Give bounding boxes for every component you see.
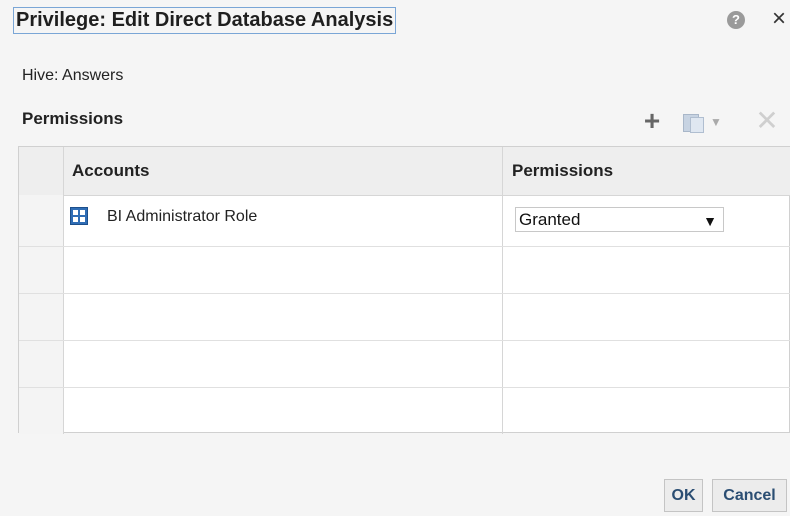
permissions-toolbar: + ▼ ✕ <box>640 107 790 136</box>
assign-permissions-icon[interactable] <box>683 112 704 133</box>
dialog-title: Privilege: Edit Direct Database Analysis <box>13 7 397 34</box>
permissions-table: Accounts Permissions BI Administrator Ro… <box>18 146 790 435</box>
table-row[interactable]: BI Administrator Role Granted ▼ <box>19 195 790 242</box>
account-name: BI Administrator Role <box>107 208 258 225</box>
ok-button[interactable]: OK <box>664 479 703 512</box>
cancel-button[interactable]: Cancel <box>712 479 787 512</box>
table-row[interactable] <box>19 388 790 435</box>
chevron-down-icon: ▼ <box>703 213 717 229</box>
table-row[interactable] <box>19 294 790 341</box>
chevron-down-icon[interactable]: ▼ <box>710 112 722 132</box>
table-header: Accounts Permissions <box>19 147 790 196</box>
table-row[interactable] <box>19 341 790 388</box>
permissions-section-title: Permissions <box>22 109 124 128</box>
column-header-accounts[interactable]: Accounts <box>72 161 149 181</box>
close-icon[interactable]: × <box>768 7 790 31</box>
add-icon[interactable]: + <box>640 107 664 136</box>
hive-label: Hive: Answers <box>22 67 124 84</box>
help-icon[interactable]: ? <box>727 11 745 29</box>
table-row[interactable] <box>19 247 790 294</box>
dialog-title-bar: Privilege: Edit Direct Database Analysis… <box>0 0 790 44</box>
permission-value: Granted <box>519 210 581 229</box>
permission-select[interactable]: Granted ▼ <box>515 207 724 232</box>
delete-icon[interactable]: ✕ <box>755 107 779 136</box>
role-icon <box>70 207 88 225</box>
column-header-permissions[interactable]: Permissions <box>512 161 613 181</box>
